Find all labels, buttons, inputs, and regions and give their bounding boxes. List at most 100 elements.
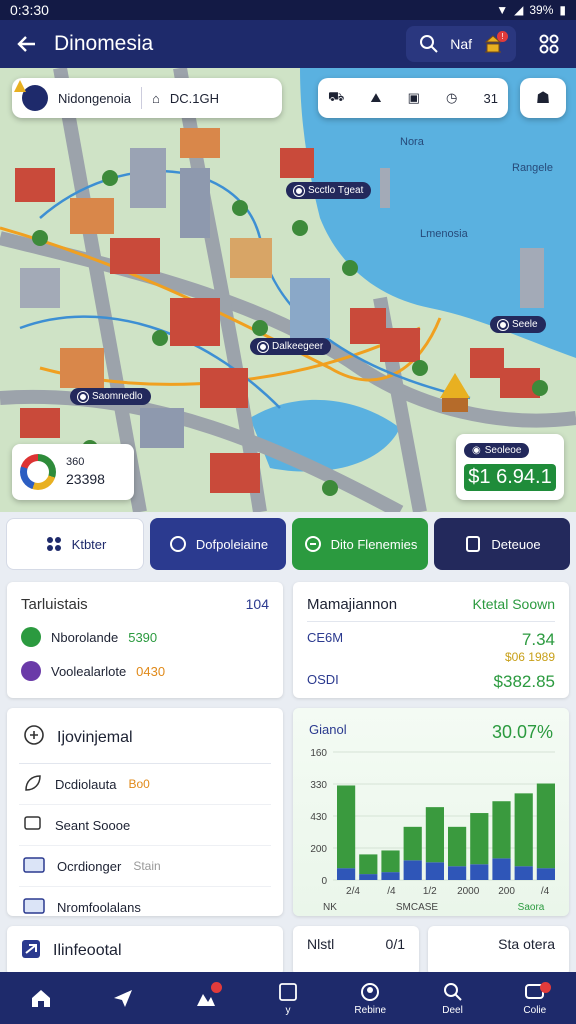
row-value: 5390 [128, 629, 158, 645]
tour-row[interactable]: Nborolande 5390 [21, 627, 269, 647]
panel-count: 104 [245, 596, 269, 612]
map-pin[interactable]: Scctlo Tgeat [286, 182, 372, 199]
tab-details[interactable]: Deteuoe [434, 518, 570, 570]
battery-icon: ▮ [559, 3, 566, 17]
clock-icon[interactable]: ◷ [446, 90, 457, 106]
item-label: Seant Soooe [55, 817, 131, 833]
tab-routes[interactable]: Dito Flenemies [292, 518, 428, 570]
search-icon [420, 35, 438, 53]
nav-profile[interactable]: Rebine [340, 974, 400, 1022]
chart-bar [536, 868, 555, 880]
score-value: 23398 [66, 470, 105, 487]
nav-search[interactable]: Deel [423, 974, 483, 1022]
y-tick-label: 200 [310, 844, 327, 855]
navigate-icon [114, 990, 133, 1007]
profile-icon [361, 982, 380, 1001]
bottom-nav: y Rebine Deel Colie [0, 972, 576, 1024]
alerts-button[interactable]: ! [480, 31, 508, 57]
pin-icon [258, 341, 268, 352]
place-label: Lmenosia [420, 228, 468, 240]
window-icon [23, 897, 45, 918]
divider [307, 621, 555, 622]
chart-bar [470, 813, 489, 865]
x-tick-label: 200 [498, 886, 515, 897]
nav-navigate[interactable] [93, 974, 153, 1022]
search-button[interactable] [416, 31, 442, 57]
x-tick-label: /4 [541, 886, 550, 897]
nav-tour[interactable] [176, 974, 236, 1022]
location-code: DC.1GH [169, 90, 219, 106]
map-pin[interactable]: Dalkeegeer [250, 338, 332, 355]
panel-tag: Ktetal Soown [472, 596, 556, 612]
tab-label: Dofpoleiaine [195, 536, 269, 552]
notification-badge: ! [497, 31, 508, 42]
score-top: 360 [66, 455, 85, 468]
bottom-panel[interactable]: Nlstl 0/1 [293, 926, 419, 976]
arrow-left-icon [17, 36, 35, 52]
pin-icon [294, 185, 304, 196]
back-button[interactable] [12, 29, 42, 59]
city-map[interactable]: Nidongenoia ⌂ DC.1GH ⛟ ⛰ ▣ ◷ 31 ☗ Nora R… [0, 68, 576, 512]
tab-bar: Ktbter Dofpoleiaine Dito Flenemies Deteu… [0, 518, 576, 570]
x-foot-label: SMCASE [396, 902, 439, 913]
list-panel: Ijovinjemal Dcdiolauta Bo0 Seant Soooe O… [7, 708, 283, 916]
city-logo-icon [14, 80, 48, 111]
list-item[interactable]: Seant Soooe [19, 805, 271, 846]
metric-label: CE6M [307, 630, 344, 645]
metric-label: OSDI [307, 672, 339, 687]
tab-filter[interactable]: Ktbter [6, 518, 144, 570]
app-bar: Dinomesia Naf ! [0, 20, 576, 68]
card-icon [23, 856, 45, 877]
metric-main: 7.34 [521, 630, 555, 649]
chart-panel: Gianol 30.07% 160 330 430 200 0 2/4/4 1/2 2000 2… [293, 708, 569, 916]
nav-documents[interactable]: y [258, 974, 318, 1022]
panel-title: Tarluistais [21, 596, 88, 613]
location-chip[interactable]: Nidongenoia ⌂ DC.1GH [12, 78, 282, 118]
pin-icon [78, 391, 88, 402]
bar-chart: 16033043020002/4/4 1/2 2000 200/4NK SMCASE Sa… [310, 748, 555, 913]
layers-button[interactable]: ☗ [520, 78, 566, 118]
row-value: 0430 [136, 663, 166, 679]
nav-label: y [285, 1004, 291, 1016]
tab-explore[interactable]: Dofpoleiaine [150, 518, 286, 570]
pin-label: Dalkeegeer [272, 341, 324, 352]
tag-icon: ◉ [472, 445, 481, 456]
status-bar: 0:3:30 ▼ ◢ 39% ▮ [0, 0, 576, 20]
price-value: $1 6.94.1 [464, 464, 556, 491]
action-group: Naf ! [406, 26, 516, 62]
row-label: Voolealarlote [51, 663, 127, 679]
nav-chat[interactable]: Colie [505, 974, 565, 1022]
action-label[interactable]: Naf [450, 36, 472, 52]
calendar-icon[interactable]: ▣ [408, 90, 420, 106]
price-card[interactable]: ◉ Seoleoe $1 6.94.1 [456, 434, 564, 500]
mountain-icon[interactable]: ⛰ [371, 90, 382, 106]
nav-home[interactable] [11, 974, 71, 1022]
chart-bar [337, 785, 356, 869]
leaf-icon [23, 773, 43, 796]
search-icon [443, 982, 462, 1001]
score-card[interactable]: 360 23398 [12, 444, 134, 500]
bottom-panel[interactable]: Ilinfeootal [7, 926, 283, 976]
list-title: Ijovinjemal [57, 728, 133, 746]
bottom-panel[interactable]: Sta otera [428, 926, 569, 976]
signal-icon: ◢ [514, 3, 524, 17]
y-tick-label: 330 [310, 780, 327, 791]
chart-bar [381, 850, 400, 873]
chart-bar [425, 807, 444, 863]
menu-button[interactable] [534, 29, 564, 59]
map-pin[interactable]: Seele [490, 316, 546, 333]
chart-bar [359, 874, 378, 880]
list-header[interactable]: Ijovinjemal [19, 716, 271, 764]
car-icon[interactable]: ⛟ [328, 89, 344, 107]
tour-row[interactable]: Voolealarlote 0430 [21, 661, 269, 681]
list-item[interactable]: Ocrdionger Stain [19, 846, 271, 887]
category-icon [21, 627, 41, 647]
nav-badge [539, 982, 551, 993]
list-item[interactable]: Nromfoolalans [19, 887, 271, 928]
bottom-label: Sta otera [498, 936, 555, 952]
layers-icon: ☗ [535, 90, 551, 107]
wifi-icon: ▼ [496, 3, 509, 17]
chart-bar [403, 860, 422, 880]
list-item[interactable]: Dcdiolauta Bo0 [19, 764, 271, 805]
map-pin[interactable]: Saomnedlo [70, 388, 151, 405]
